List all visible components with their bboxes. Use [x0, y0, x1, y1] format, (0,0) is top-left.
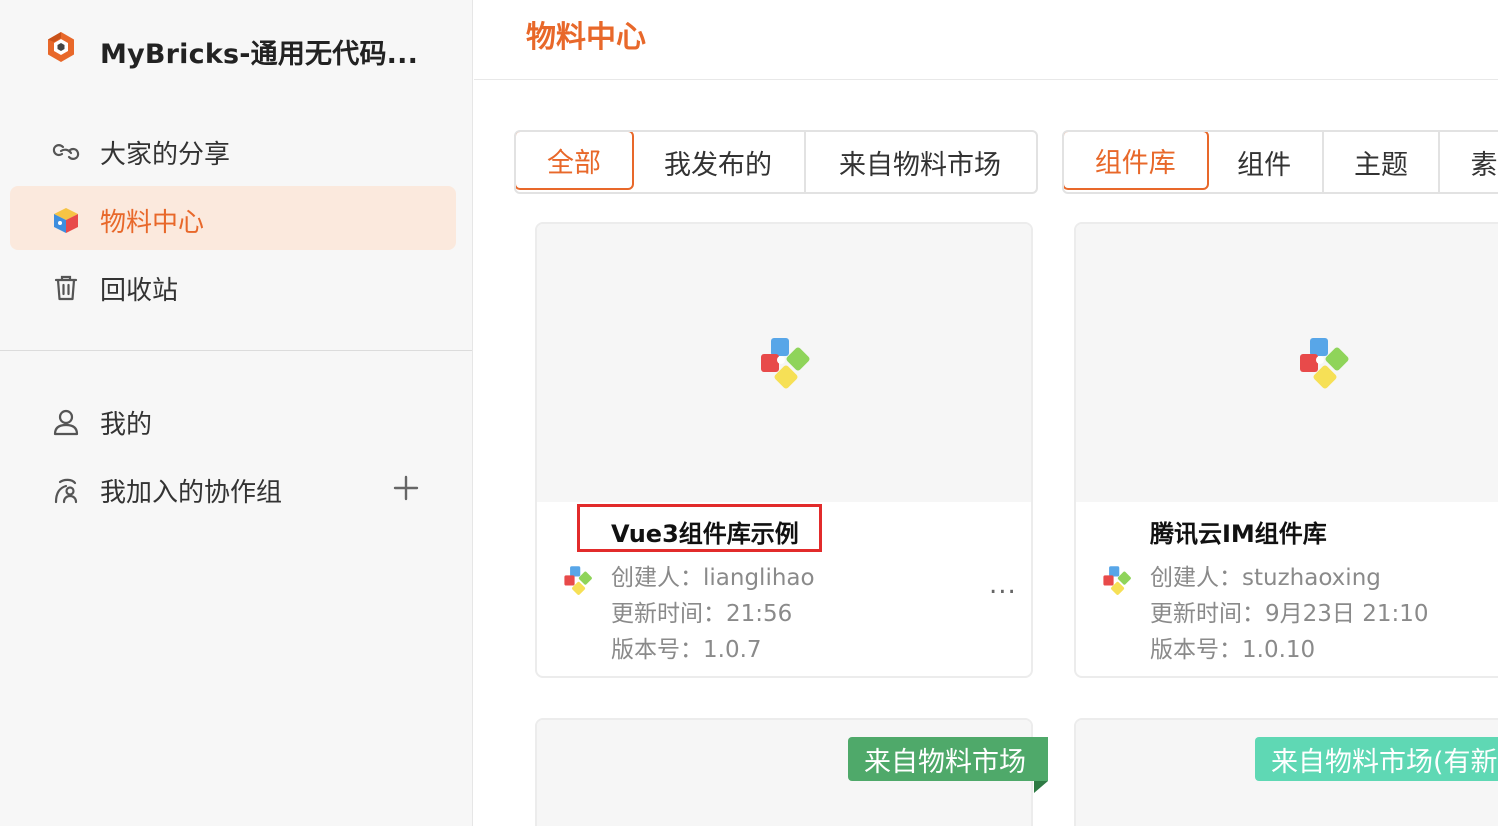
- sidebar: MyBricks-通用无代码... 大家的分享 物料中心 回收站 我的 我加入的…: [0, 0, 473, 826]
- tab-component-library[interactable]: 组件库: [1064, 132, 1209, 190]
- page-title: 物料中心: [526, 20, 646, 55]
- library-card[interactable]: Vue3组件库示例 创建人：lianglihao 更新时间：21:56 版本号：…: [535, 222, 1033, 678]
- library-card[interactable]: 腾讯云IM组件库 创建人：stuzhaoxing 更新时间：9月23日 21:1…: [1074, 222, 1498, 678]
- market-update-ribbon: 来自物料市场(有新: [1255, 737, 1498, 781]
- add-group-button[interactable]: [388, 470, 424, 506]
- source-filter-tabs: 全部 我发布的 来自物料市场: [514, 130, 1038, 194]
- market-source-ribbon: 来自物料市场: [848, 737, 1048, 781]
- link-icon: [52, 144, 80, 160]
- mybricks-logo-icon: [48, 32, 74, 62]
- sidebar-item-label: 我的: [100, 410, 153, 440]
- puzzle-icon: [1300, 338, 1349, 389]
- main-content: 全部 我发布的 来自物料市场 组件库 组件 主题 素 Vue3组件库示例 创建人…: [474, 81, 1498, 826]
- tab-theme[interactable]: 主题: [1324, 132, 1441, 192]
- tab-from-market[interactable]: 来自物料市场: [806, 132, 1034, 192]
- user-icon: [53, 409, 79, 436]
- puzzle-icon: [761, 338, 810, 389]
- sidebar-item-label: 回收站: [100, 276, 179, 306]
- card-title[interactable]: 腾讯云IM组件库: [1150, 514, 1327, 549]
- card-creator: 创建人：stuzhaoxing: [1150, 565, 1381, 591]
- type-filter-tabs: 组件库 组件 主题 素: [1062, 130, 1498, 194]
- material-box-icon: [54, 208, 78, 233]
- sidebar-item-label: 物料中心: [100, 208, 205, 238]
- sidebar-item-label: 大家的分享: [100, 140, 231, 170]
- tab-component[interactable]: 组件: [1207, 132, 1324, 192]
- card-version: 版本号：1.0.7: [611, 637, 762, 663]
- card-preview: [1076, 224, 1498, 502]
- tab-my-published[interactable]: 我发布的: [632, 132, 806, 192]
- sidebar-item-mine[interactable]: 我的: [10, 388, 456, 452]
- tab-all[interactable]: 全部: [516, 132, 634, 190]
- group-icon: [54, 478, 78, 504]
- sidebar-item-material-center[interactable]: 物料中心: [10, 186, 456, 250]
- card-creator: 创建人：lianglihao: [611, 565, 815, 591]
- sidebar-item-shared[interactable]: 大家的分享: [10, 118, 456, 182]
- card-updated-time: 更新时间：9月23日 21:10: [1150, 601, 1429, 627]
- highlight-box: [577, 504, 822, 552]
- creator-avatar-icon: [1103, 566, 1131, 595]
- tab-assets[interactable]: 素: [1440, 132, 1498, 192]
- card-version: 版本号：1.0.10: [1150, 637, 1316, 663]
- card-updated-time: 更新时间：21:56: [611, 601, 793, 627]
- trash-icon: [54, 275, 78, 301]
- more-options-button[interactable]: ...: [989, 570, 1017, 600]
- ribbon-fold: [1034, 781, 1048, 793]
- sidebar-divider: [0, 350, 472, 351]
- sidebar-item-recycle-bin[interactable]: 回收站: [10, 254, 456, 318]
- creator-avatar-icon: [564, 566, 592, 595]
- app-title: MyBricks-通用无代码...: [100, 39, 419, 70]
- sidebar-item-label: 我加入的协作组: [100, 478, 283, 508]
- main-header: 物料中心: [474, 0, 1498, 80]
